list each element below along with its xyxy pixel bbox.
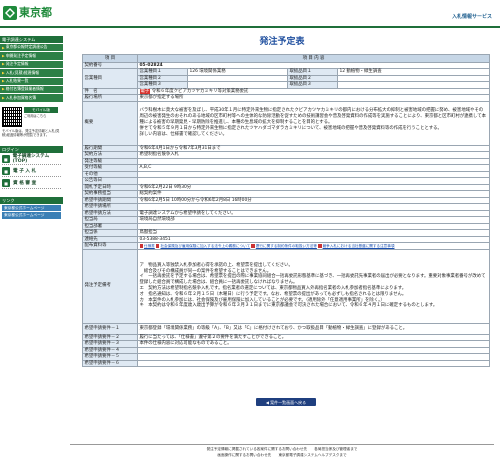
tokyo-emblem-icon (3, 6, 17, 20)
arrow-icon: ▶ (2, 70, 5, 75)
value-remarks: ア 物品買入等独禁入札参加者心得を承諾の上、希望票を提出してください。 総合及び… (137, 248, 490, 324)
mobile-note: モバイル版は、発注予定情報と入札(見積)経過情報等が閲覧できます。 (2, 128, 60, 138)
footer-divider (70, 444, 494, 445)
mobile-badge-text: ご利用はこちら (24, 114, 47, 119)
qr-code (2, 106, 22, 127)
sidebar-link-e-bidding[interactable]: ■ 電 子 入 札 (2, 167, 61, 177)
doc-link-constraints[interactable]: 履行に関する制約条件の取扱い方法等 (251, 243, 317, 248)
footer-contact-2: 画面操作に関するお問い合わせ先 東京都電子調達システムヘルプデスクまで (217, 452, 347, 457)
doc-link-insurance[interactable]: 社会保険及び雇用保険に加入する法令上の義務について (155, 243, 250, 248)
label-cond-1: 希望申請要件－１ (82, 322, 138, 335)
name-text: 令和６年度クビアカツヤカミキリ等対策業務委託 (151, 88, 249, 94)
sidebar-item-qualification-list[interactable]: ▶ 入札参加資格名簿 (0, 94, 63, 103)
label-cond-6: 希望申請要件－６ (82, 359, 138, 367)
sidebar-section-title: 電子調達システム (0, 36, 63, 43)
sidebar-item-prelim-schedule[interactable]: ▶ 申開発注予定情報 (0, 52, 63, 61)
value-cond-6 (137, 359, 490, 367)
logo-text: 東京都 (19, 6, 52, 20)
page-title: 発注予定表 (259, 37, 305, 47)
sidebar-item-bid-results[interactable]: ▶ 入札結果一覧 (0, 77, 63, 86)
sidebar-item-kouhou[interactable]: ▶ 東京都公報特定調達公告 (0, 44, 63, 53)
electronic-tag: 電子 (139, 88, 151, 94)
system-icon: ■ (2, 155, 10, 164)
sidebar-login-title: ログイン (0, 145, 63, 153)
mobile-badge-title: モバイル版 (24, 106, 58, 114)
arrow-icon: ▶ (2, 79, 5, 84)
pdf-icon (155, 243, 160, 248)
sidebar-link-tokyo-official-2[interactable]: 東京都公式ホームページ (2, 212, 61, 220)
back-to-list-button[interactable]: ◀ 案件一覧画面へ戻る (256, 398, 316, 406)
pdf-icon (251, 243, 255, 248)
value-overview: バラ科樹木に莫大な被害を及ぼし、平成30年１月に特定外来生物に指定されたクビアカ… (137, 100, 490, 146)
mobile-badge[interactable]: モバイル版 ご利用はこちら (24, 106, 58, 119)
sidebar-link-qualification[interactable]: ■ 資 格 審 査 (2, 179, 61, 189)
sidebar-item-bid-progress[interactable]: ▶ 入札(見積)経過情報 (0, 69, 63, 78)
schedule-table: 項 目 項 目 内 容 契約番号 05-02824 営業種目 営業種目１ 126… (82, 54, 490, 367)
sidebar-sub-links: 東京都公式ホームページ 東京都公式ホームページ (2, 204, 61, 220)
sidebar-links-title: リンク (0, 196, 63, 204)
header-service-link[interactable]: 入札情報サービス (452, 14, 492, 20)
sidebar-item-schedule[interactable]: ▶ 発注予定情報 (0, 60, 63, 70)
table-header-content: 項 目 内 容 (137, 54, 490, 63)
sidebar: 電子調達システム ▶ 東京都公報特定調達公告 ▶ 申開発注予定情報 ▶ 発注予定情報 … (0, 28, 63, 473)
qualification-icon: ■ (2, 179, 10, 188)
arrow-icon: ▶ (2, 53, 5, 58)
footer: 発注予定情報に掲載されている各案件に関するお問い合わせ先 各局担当係及び管理者ま… (70, 447, 494, 459)
arrow-icon: ▶ (2, 95, 5, 100)
mobile-promo: モバイル版 ご利用はこちら (2, 106, 61, 127)
value-cond-1: 東京都登録「環境関係業務」の等級「A」、「B」又は「C」に格付けされており、かつ… (137, 322, 490, 335)
sidebar-link-e-procurement[interactable]: ■ 電子調達システム(TOP) (2, 154, 61, 165)
arrow-icon: ▶ (2, 45, 5, 50)
tokyo-logo[interactable]: 東京都 (3, 6, 52, 20)
label-business-category: 営業種目 (82, 68, 138, 89)
page-header: 東京都 入札情報サービス (0, 0, 500, 26)
sidebar-item-registered-vendors[interactable]: ▶ 格付名簿登録業者情報 (0, 85, 63, 95)
pdf-icon (139, 243, 143, 248)
pdf-icon (318, 243, 322, 248)
doc-link-notes[interactable]: 競争入札における当社基盤に関する注意事項 (318, 243, 394, 248)
arrow-icon: ▶ (2, 87, 5, 92)
table-header-item: 項 目 (82, 54, 138, 63)
sidebar-menu: ▶ 東京都公報特定調達公告 ▶ 申開発注予定情報 ▶ 発注予定情報 ▶ 入札(見積)経過… (0, 44, 63, 103)
label-overview: 概要 (82, 100, 138, 146)
label-remarks: 発注予定備考 (82, 248, 138, 324)
arrow-icon: ▶ (2, 62, 5, 67)
sidebar-link-tokyo-official-1[interactable]: 東京都公式ホームページ (2, 204, 61, 213)
bidding-icon: ■ (2, 167, 10, 176)
doc-link-spec[interactable]: 仕様書 (139, 243, 155, 248)
